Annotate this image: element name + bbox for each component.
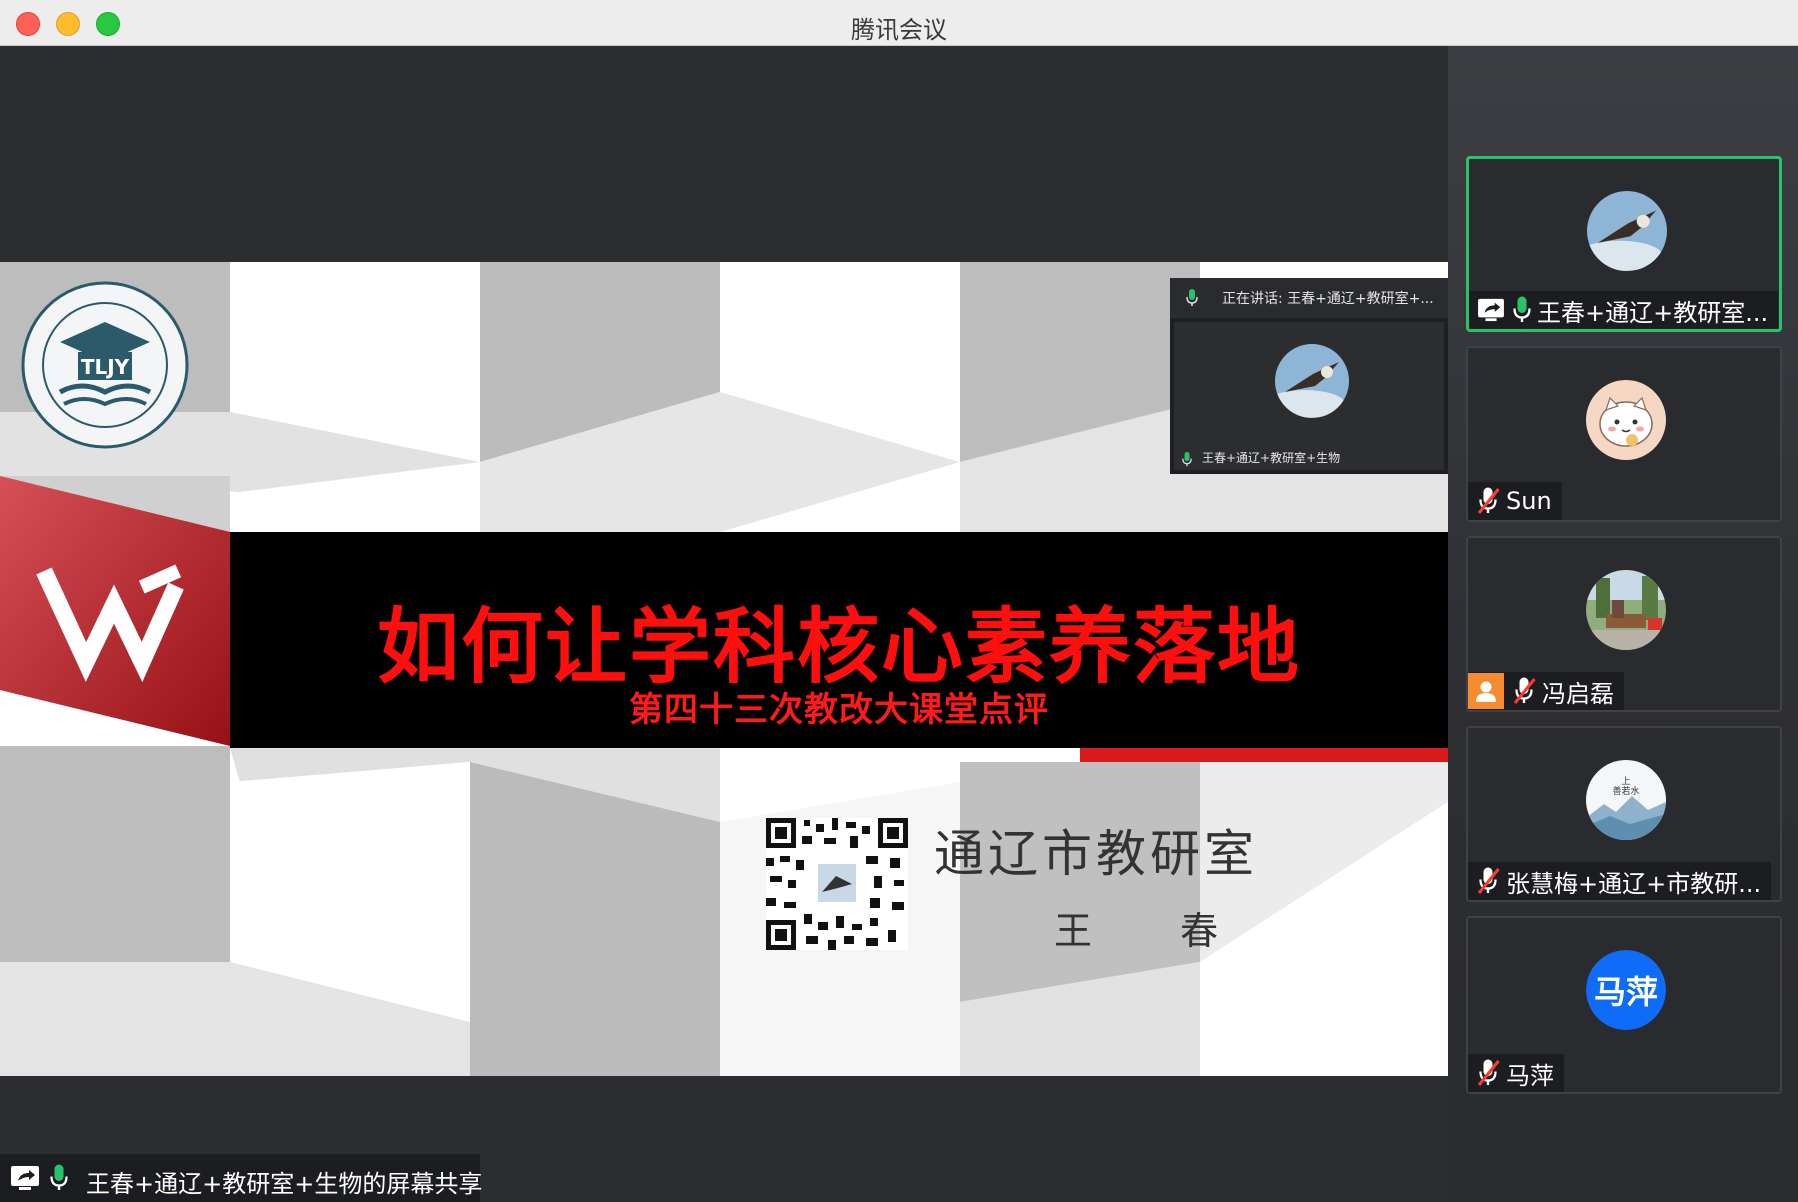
svg-text:上: 上 xyxy=(1621,776,1630,787)
svg-text:TLJY: TLJY xyxy=(81,355,130,379)
text-avatar: 马萍 xyxy=(1586,950,1666,1030)
mic-muted-icon xyxy=(1512,677,1536,705)
floating-speaker-panel[interactable]: 正在讲话: 王春+通辽+教研室+... 王春+通辽+教研室+生物 xyxy=(1170,278,1448,474)
floating-speaker-name: 王春+通辽+教研室+生物 xyxy=(1202,451,1341,465)
slide-subtitle: 第四十三次教改大课堂点评 xyxy=(629,690,1049,730)
slide-organization: 通辽市教研室 xyxy=(934,825,1258,883)
floating-speaker-video[interactable]: 王春+通辽+教研室+生物 xyxy=(1174,322,1444,470)
participant-panel: 王春+通辽+教研室... Sun 冯启磊 上 善若水 张慧梅+通辽+市教研...… xyxy=(1448,46,1798,1202)
participant-tile[interactable]: 上善若水 张慧梅+通辽+市教研... xyxy=(1466,726,1782,902)
wps-logo-block xyxy=(0,476,230,746)
speaking-label: 正在讲话: 王春+通辽+教研室+... xyxy=(1222,291,1434,307)
mic-on-icon xyxy=(1513,296,1531,324)
qr-code xyxy=(766,818,908,950)
wps-w-icon xyxy=(0,476,230,746)
mic-muted-icon xyxy=(1476,1059,1500,1087)
mic-muted-icon xyxy=(1476,487,1500,515)
mic-on-icon xyxy=(50,1164,68,1196)
screen-share-icon xyxy=(10,1165,40,1195)
seal-emblem-icon: TLJY xyxy=(21,281,189,449)
main-stage: TLJY 如何让学科核心素养落地 第四十三次教改大课堂点评 通辽市教研室 王 春… xyxy=(0,46,1448,1202)
mic-on-icon xyxy=(1186,289,1198,311)
window-titlebar: 腾讯会议 xyxy=(0,0,1798,46)
participant-name: 王春+通辽+教研室... xyxy=(1537,298,1769,327)
participant-tile[interactable]: 冯启磊 xyxy=(1466,536,1782,712)
window-title: 腾讯会议 xyxy=(851,16,947,44)
speaking-indicator: 正在讲话: 王春+通辽+教研室+... xyxy=(1170,278,1448,318)
participant-tile[interactable]: 王春+通辽+教研室... xyxy=(1466,156,1782,332)
slide-title-band: 如何让学科核心素养落地 第四十三次教改大课堂点评 xyxy=(230,532,1448,748)
participant-name-bar: 马萍 xyxy=(1468,1054,1564,1092)
slide-author: 王 春 xyxy=(1054,909,1257,953)
participant-name-bar: 冯启磊 xyxy=(1468,672,1624,710)
participant-name: 张慧梅+通辽+市教研... xyxy=(1506,869,1762,898)
mic-muted-icon xyxy=(1476,867,1500,895)
participant-name-bar: Sun xyxy=(1468,482,1562,520)
participant-tile[interactable]: Sun xyxy=(1466,346,1782,522)
screen-share-label: 王春+通辽+教研室+生物的屏幕共享 xyxy=(86,1170,483,1198)
tljy-seal-logo: TLJY xyxy=(20,280,190,450)
shared-screen-slide: TLJY 如何让学科核心素养落地 第四十三次教改大课堂点评 通辽市教研室 王 春… xyxy=(0,262,1448,1076)
participant-name-bar: 王春+通辽+教研室... xyxy=(1469,291,1779,329)
landscape-avatar: 上善若水 xyxy=(1586,760,1666,840)
participant-name: Sun xyxy=(1506,487,1552,515)
eagle-avatar xyxy=(1587,191,1667,271)
screen-share-indicator: 王春+通辽+教研室+生物的屏幕共享 xyxy=(0,1154,483,1202)
red-accent-strip xyxy=(1080,748,1448,762)
svg-text:善若水: 善若水 xyxy=(1612,785,1639,797)
participant-name: 马萍 xyxy=(1506,1061,1554,1090)
eagle-avatar xyxy=(1275,344,1349,418)
participant-name-bar: 张慧梅+通辽+市教研... xyxy=(1468,862,1772,900)
mic-on-icon xyxy=(1182,451,1192,475)
screen-share-icon xyxy=(1477,298,1505,322)
participant-name: 冯启磊 xyxy=(1542,679,1614,708)
cat-avatar xyxy=(1586,380,1666,460)
qr-code-icon xyxy=(766,818,908,950)
participant-tile[interactable]: 马萍 马萍 xyxy=(1466,916,1782,1094)
photo-avatar xyxy=(1586,570,1666,650)
host-user-icon xyxy=(1468,673,1504,709)
